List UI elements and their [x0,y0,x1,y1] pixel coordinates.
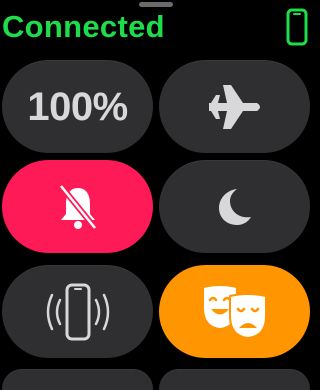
next-row-tile-right[interactable] [159,369,310,390]
theater-mode-button[interactable] [159,265,310,358]
moon-icon [215,187,255,227]
silent-mode-button[interactable] [2,160,153,253]
connection-status: Connected [2,9,165,44]
battery-percentage: 100% [27,85,128,129]
theater-masks-icon [200,282,270,342]
ping-iphone-button[interactable] [2,265,153,358]
next-row-tile-left[interactable] [2,369,153,390]
airplane-mode-button[interactable] [159,60,310,153]
airplane-icon [207,81,263,133]
do-not-disturb-button[interactable] [159,160,310,253]
phone-ping-icon [36,282,120,342]
grabber-handle[interactable] [139,2,173,7]
control-center: Connected 100% [0,0,312,390]
iphone-icon [286,8,308,46]
battery-button[interactable]: 100% [2,60,153,153]
bell-slash-icon [55,182,101,232]
